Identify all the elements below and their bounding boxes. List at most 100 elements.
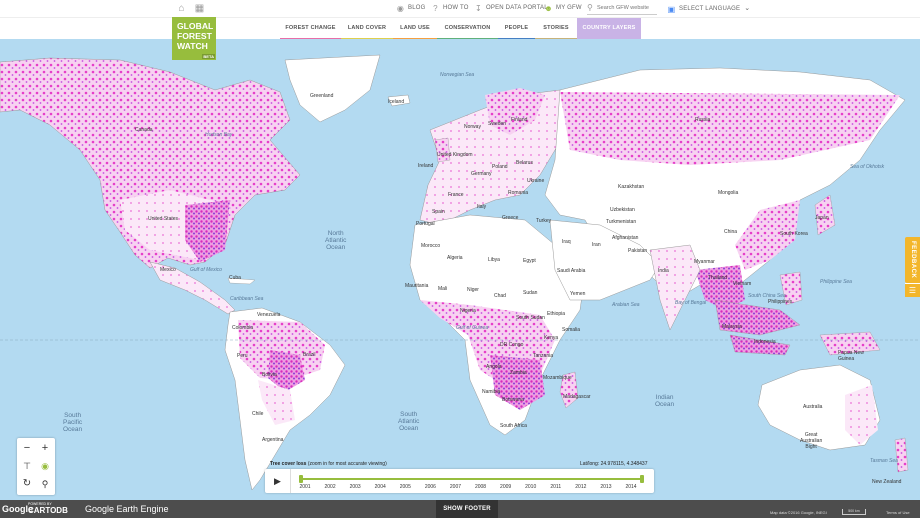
uzbekistan-label: Uzbekistan [610, 207, 635, 213]
feedback-tab[interactable]: FEEDBACK [905, 237, 920, 283]
mexico-label: Mexico [160, 267, 176, 273]
map-controls: − + ⊤ ◉ ↻ ⚲ [17, 438, 55, 495]
timeline-year[interactable]: 2013 [596, 484, 616, 490]
tab-forest-change[interactable]: FOREST CHANGE [280, 18, 341, 40]
blog-link[interactable]: ◉ BLOG [396, 0, 425, 17]
iceland-label: Iceland [388, 99, 405, 105]
north-atlantic-label: North Atlantic Ocean [325, 230, 347, 251]
timeline-year[interactable]: 2008 [471, 484, 491, 490]
timeline-year[interactable]: 2004 [370, 484, 390, 490]
feedback-chat-icon[interactable]: ☰ [905, 283, 920, 297]
kenya-label: Kenya [544, 335, 559, 341]
reset-icon[interactable]: ↻ [18, 475, 36, 493]
world-map[interactable]: Norwegian Sea Hudson Bay Sea of Okhotsk … [0, 39, 920, 500]
timeline-end-handle[interactable] [640, 475, 644, 483]
dr-congo-label: DR Congo [500, 342, 524, 348]
chevron-down-icon: ⌄ [744, 5, 751, 12]
cuba-label: Cuba [229, 275, 241, 281]
japan-label: Japan [815, 215, 829, 221]
zoom-in-button[interactable]: + [36, 439, 54, 457]
zoom-out-button[interactable]: − [18, 439, 36, 457]
question-icon: ? [433, 4, 438, 13]
chile-label: Chile [252, 411, 264, 417]
timeline-year[interactable]: 2003 [345, 484, 365, 490]
italy-label: Italy [477, 204, 487, 210]
main-nav: FOREST CHANGE LAND COVER LAND USE CONSER… [0, 17, 920, 40]
timeline-start-handle[interactable] [299, 475, 303, 483]
terms-link[interactable]: Terms of Use [886, 510, 910, 515]
apps-grid-icon[interactable]: ▦ [194, 3, 205, 14]
algeria-label: Algeria [447, 255, 463, 261]
google-earth-engine-logo[interactable]: Google Earth Engine [85, 504, 169, 514]
tab-stories[interactable]: STORIES [535, 18, 577, 40]
timeline-year[interactable]: 2005 [395, 484, 415, 490]
india-label: India [658, 268, 669, 274]
timeline-year[interactable]: 2006 [420, 484, 440, 490]
ethiopia-label: Ethiopia [547, 311, 566, 317]
libya-label: Libya [488, 257, 500, 263]
germany-label: Germany [471, 171, 492, 177]
zambia-label: Zambia [510, 370, 527, 376]
vietnam-label: Vietnam [733, 281, 752, 287]
sudan-label: Sudan [523, 290, 538, 296]
play-button[interactable]: ▶ [265, 469, 291, 493]
ukraine-label: Ukraine [527, 178, 545, 184]
morocco-label: Morocco [421, 243, 441, 249]
my-gfw-link[interactable]: ☻ MY GFW [544, 0, 582, 17]
russia-label: Russia [695, 117, 711, 123]
tab-people[interactable]: PEOPLE [498, 18, 535, 40]
search-map-icon[interactable]: ⚲ [36, 475, 54, 493]
kazakhstan-label: Kazakhstan [618, 184, 645, 190]
timeline-year[interactable]: 2014 [621, 484, 641, 490]
south-pacific-label: South Pacific Ocean [63, 412, 83, 433]
new-zealand-label: New Zealand [872, 479, 902, 485]
timeline-year[interactable]: 2007 [445, 484, 465, 490]
colombia-label: Colombia [232, 325, 254, 331]
open-data-portal-link[interactable]: ↧ OPEN DATA PORTAL [474, 0, 548, 17]
myanmar-label: Myanmar [694, 259, 715, 265]
namibia-label: Namibia [482, 389, 501, 395]
norway-label: Norway [464, 124, 481, 130]
how-to-link[interactable]: ? HOW TO [431, 0, 469, 17]
spain-label: Spain [432, 209, 445, 215]
map-attribution: Map data ©2016 Google, INEGI [770, 510, 827, 515]
turkmenistan-label: Turkmenistan [606, 219, 637, 225]
mauritania-label: Mauritania [405, 283, 429, 289]
search-input[interactable] [587, 2, 657, 15]
timeline-year[interactable]: 2001 [295, 484, 315, 490]
tab-conservation[interactable]: CONSERVATION [437, 18, 498, 40]
tab-land-use[interactable]: LAND USE [393, 18, 437, 40]
home-icon[interactable]: ⌂ [176, 3, 187, 14]
sweden-label: Sweden [488, 121, 507, 127]
caribbean-sea-label: Caribbean Sea [230, 296, 264, 302]
timeline-year[interactable]: 2002 [320, 484, 340, 490]
france-label: France [448, 192, 464, 198]
tanzania-label: Tanzania [533, 353, 554, 359]
brazil-label: Brazil [303, 352, 316, 358]
timeline-year[interactable]: 2011 [546, 484, 566, 490]
timeline-year[interactable]: 2012 [571, 484, 591, 490]
tab-country-layers[interactable]: COUNTRY LAYERS [577, 18, 641, 40]
gfw-logo[interactable]: GLOBAL FOREST WATCH BETA [172, 17, 216, 60]
timeline-track[interactable] [301, 478, 642, 480]
timeline: ▶ 2001 2002 2003 2004 2005 2006 2007 2008 2009 20… [265, 469, 654, 493]
timeline-year[interactable]: 2010 [521, 484, 541, 490]
romania-label: Romania [508, 190, 529, 196]
map-canvas [0, 39, 920, 500]
somalia-label: Somalia [562, 327, 581, 333]
gulf-of-guinea-label: Gulf of Guinea [456, 325, 489, 331]
gulf-of-mexico-label: Gulf of Mexico [190, 267, 222, 273]
select-language-dropdown[interactable]: ▣ SELECT LANGUAGE ⌄ [667, 0, 751, 17]
tab-land-cover[interactable]: LAND COVER [341, 18, 393, 40]
madagascar-label: Madagascar [563, 394, 591, 400]
chad-label: Chad [494, 293, 506, 299]
cartodb-logo[interactable]: POWERED BY CARTODB [28, 502, 68, 516]
show-footer-button[interactable]: SHOW FOOTER [436, 500, 498, 518]
download-icon: ↧ [475, 4, 482, 13]
eye-icon[interactable]: ◉ [36, 457, 54, 475]
south-atlantic-label: South Atlantic Ocean [398, 411, 420, 432]
share-icon[interactable]: ⊤ [18, 457, 36, 475]
china-label: China [724, 229, 738, 235]
poland-label: Poland [492, 164, 508, 170]
timeline-year[interactable]: 2009 [496, 484, 516, 490]
